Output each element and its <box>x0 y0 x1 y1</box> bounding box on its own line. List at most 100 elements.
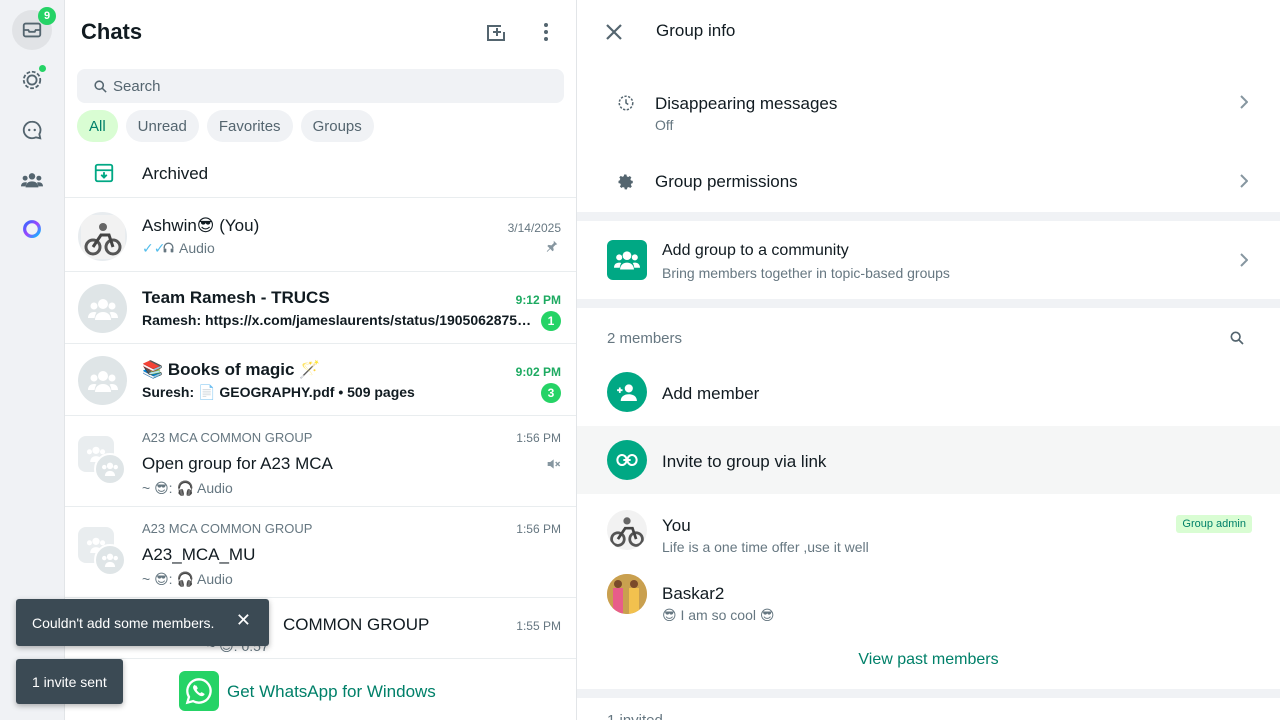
chat-time: 9:02 PM <box>515 365 561 379</box>
chat-time: 9:12 PM <box>515 293 561 307</box>
chat-item-a23-mca-mu[interactable]: A23 MCA COMMON GROUP A23_MCA_MU 1:56 PM … <box>65 507 576 598</box>
chat-preview: ~ 😎: 🎧 Audio <box>142 571 233 587</box>
chats-unread-badge: 9 <box>38 7 56 25</box>
chat-time: 1:56 PM <box>516 522 561 536</box>
menu-button[interactable] <box>533 19 559 45</box>
filter-unread[interactable]: Unread <box>125 110 199 142</box>
member-status: 😎 I am so cool 😎 <box>662 607 775 623</box>
chat-item-books-of-magic[interactable]: 📚 Books of magic 🪄 9:02 PM Suresh: 📄 GEO… <box>65 344 576 416</box>
filter-all[interactable]: All <box>77 110 118 142</box>
member-name: You <box>662 516 691 535</box>
group-admin-badge: Group admin <box>1176 515 1252 533</box>
search-box <box>77 69 564 103</box>
disappearing-messages-row[interactable]: Disappearing messages Off <box>577 78 1280 142</box>
communities-icon <box>21 173 43 188</box>
error-toast-message: Couldn't add some members. <box>32 614 215 631</box>
channels-icon <box>22 120 42 140</box>
more-vertical-icon <box>544 23 548 41</box>
chat-item-open-group-a23[interactable]: A23 MCA COMMON GROUP Open group for A23 … <box>65 416 576 507</box>
motorbike-photo-icon <box>607 510 647 550</box>
chat-item-team-ramesh[interactable]: Team Ramesh - TRUCS 9:12 PM Ramesh: http… <box>65 272 576 344</box>
chat-item-ashwin[interactable]: Ashwin😎 (You) 3/14/2025 ✓✓ Audio <box>65 200 576 272</box>
group-avatar <box>78 284 127 333</box>
member-name: Baskar2 <box>662 584 725 603</box>
group-avatar <box>78 356 127 405</box>
invite-link-circle <box>607 440 647 480</box>
unread-count-badge: 3 <box>541 383 561 403</box>
search-input[interactable] <box>113 77 513 95</box>
status-nav-button[interactable] <box>12 60 52 100</box>
chat-name: Open group for A23 MCA <box>142 454 333 473</box>
invite-toast: 1 invite sent <box>16 659 123 704</box>
add-to-community-row[interactable]: Add group to a community Bring members t… <box>577 221 1280 299</box>
community-icon <box>614 251 640 270</box>
chat-name: 📚 Books of magic 🪄 <box>142 360 321 379</box>
members-section: 2 members Add member Invite to group via… <box>577 308 1280 689</box>
chat-preview: ~ 😎: 🎧 Audio <box>142 480 233 496</box>
chat-time: 1:56 PM <box>516 431 561 445</box>
chat-time: 1:55 PM <box>516 619 561 633</box>
chat-name: Ashwin😎 (You) <box>142 216 260 235</box>
filter-groups[interactable]: Groups <box>300 110 374 142</box>
add-community-title: Add group to a community <box>662 242 849 259</box>
members-count: 2 members <box>607 330 683 347</box>
chevron-right-icon <box>1240 174 1248 188</box>
member-row-you[interactable]: You Life is a one time offer ,use it wel… <box>577 500 1280 564</box>
community-group-avatar <box>78 527 128 577</box>
search-members-icon[interactable] <box>1229 330 1245 346</box>
muted-icon <box>547 459 561 469</box>
people-photo-icon <box>607 574 647 614</box>
link-icon <box>616 453 638 467</box>
communities-nav-button[interactable] <box>12 160 52 200</box>
view-past-members-link[interactable]: View past members <box>577 651 1280 669</box>
status-icon <box>22 70 42 90</box>
whatsapp-logo-icon <box>179 671 219 711</box>
group-permissions-label: Group permissions <box>655 172 798 191</box>
search-icon <box>94 80 107 93</box>
disappearing-messages-label: Disappearing messages <box>655 94 838 113</box>
community-square <box>607 240 647 280</box>
add-member-label: Add member <box>662 384 760 403</box>
close-icon[interactable]: ✕ <box>236 611 251 629</box>
group-avatar <box>94 544 126 576</box>
whatsapp-phone-icon <box>185 678 212 705</box>
avatar <box>78 212 127 261</box>
archived-row[interactable]: Archived <box>65 150 576 198</box>
get-whatsapp-link[interactable]: Get WhatsApp for Windows <box>227 682 436 702</box>
group-permissions-row[interactable]: Group permissions <box>577 160 1280 204</box>
add-member-row[interactable]: Add member <box>577 360 1280 424</box>
community-label: A23 MCA COMMON GROUP <box>142 521 313 536</box>
close-panel-button[interactable] <box>602 20 626 44</box>
new-chat-button[interactable] <box>483 19 509 45</box>
invited-section: 1 invited <box>577 698 1280 720</box>
chat-preview: Ramesh: https://x.com/jameslaurents/stat… <box>142 312 532 328</box>
motorbike-photo-icon <box>80 214 125 259</box>
unread-count-badge: 1 <box>541 311 561 331</box>
chat-name: A23_MCA_MU <box>142 545 256 564</box>
invite-link-row[interactable]: Invite to group via link <box>577 426 1280 494</box>
chats-nav-button[interactable]: 9 <box>12 7 56 50</box>
meta-ai-button[interactable] <box>12 209 52 249</box>
chats-title: Chats <box>81 19 143 44</box>
group-placeholder-icon <box>87 298 118 320</box>
member-row-baskar2[interactable]: Baskar2 😎 I am so cool 😎 <box>577 568 1280 632</box>
add-person-icon <box>617 384 637 401</box>
group-placeholder-icon <box>87 370 118 392</box>
add-community-sub: Bring members together in topic-based gr… <box>662 265 950 281</box>
member-status: Life is a one time offer ,use it well <box>662 539 869 555</box>
add-member-circle <box>607 372 647 412</box>
filter-favorites[interactable]: Favorites <box>206 110 293 142</box>
archive-icon <box>94 163 114 183</box>
chat-preview: Suresh: 📄 GEOGRAPHY.pdf • 509 pages <box>142 384 415 400</box>
invite-toast-message: 1 invite sent <box>32 673 107 690</box>
chevron-right-icon <box>1240 95 1248 109</box>
invite-link-label: Invite to group via link <box>662 452 827 471</box>
group-info-top-section: Group info Disappearing messages Off Gro… <box>577 0 1280 212</box>
meta-ai-icon <box>23 220 41 238</box>
error-toast: Couldn't add some members. ✕ <box>16 599 269 646</box>
group-placeholder-icon <box>102 553 118 567</box>
get-whatsapp-banner[interactable]: Get WhatsApp for Windows <box>65 658 576 720</box>
disappearing-messages-value: Off <box>655 117 674 133</box>
channels-nav-button[interactable] <box>12 110 52 150</box>
gear-icon <box>618 174 633 190</box>
